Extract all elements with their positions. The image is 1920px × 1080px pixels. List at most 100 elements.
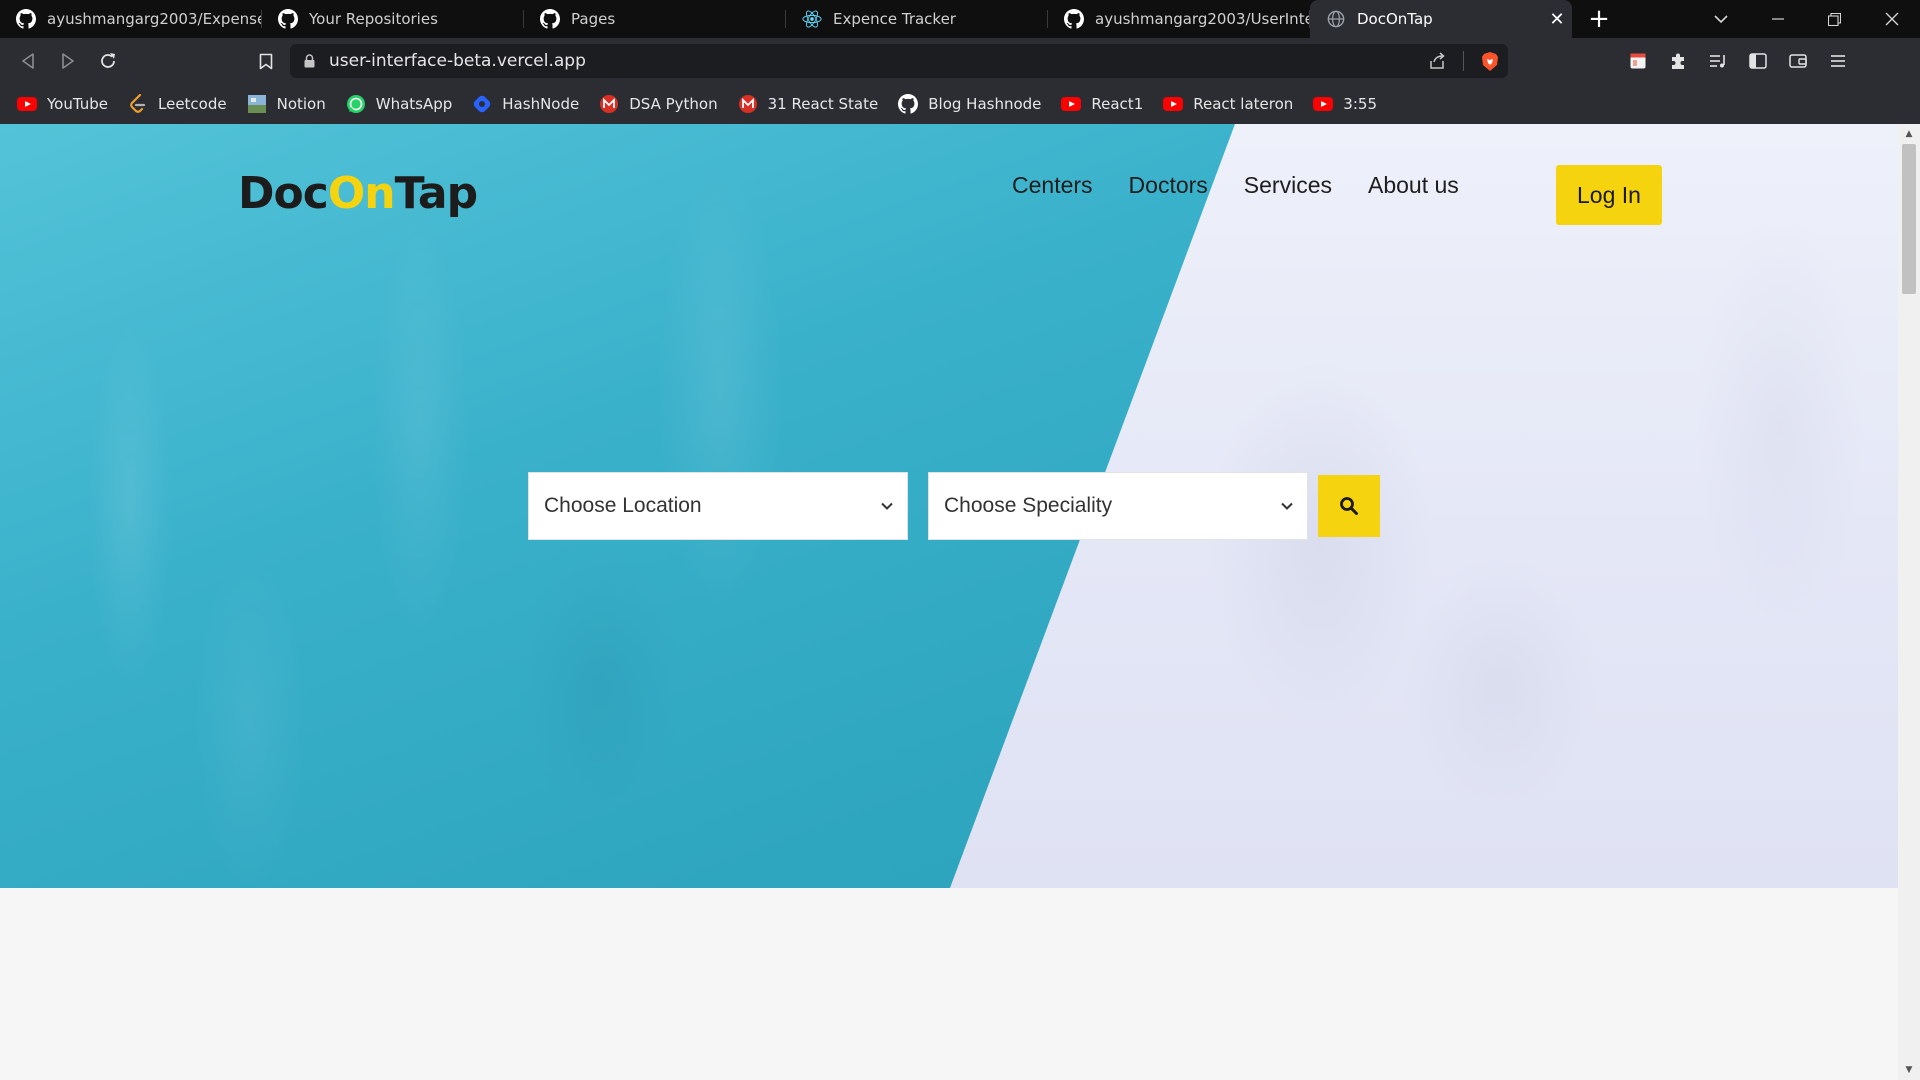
wallet-icon[interactable] [1778,41,1818,81]
bookmark-icon[interactable] [248,43,284,79]
tab-title: ayushmangarg2003/ExpenseTracker [47,10,262,28]
logo-text-doc: Doc [238,168,329,219]
bookmark-label: Notion [276,95,326,113]
tab-search-chevron-icon[interactable] [1692,0,1749,38]
chevron-down-icon [881,502,893,510]
bookmark-notion[interactable]: Notion [246,93,326,115]
tab-pages[interactable]: Pages [524,0,786,38]
tab-strip: ayushmangarg2003/ExpenseTracker Your Rep… [0,0,1920,38]
youtube-icon [1312,93,1334,115]
search-icon [1339,496,1359,516]
globe-icon [1326,9,1346,29]
bookmark-leetcode[interactable]: Leetcode [127,93,227,115]
url-text: user-interface-beta.vercel.app [329,51,586,71]
bookmark-blog-hashnode[interactable]: Blog Hashnode [897,93,1041,115]
scrollbar-thumb[interactable] [1902,144,1916,294]
scroll-down-arrow-icon[interactable]: ▼ [1898,1062,1920,1078]
notion-icon [246,93,268,115]
forward-icon[interactable] [48,41,88,81]
extensions-puzzle-icon[interactable] [1658,41,1698,81]
page-scrollbar[interactable]: ▲ ▼ [1898,124,1920,1080]
location-select[interactable]: Choose Location [528,472,908,540]
tab-title: Your Repositories [309,10,438,28]
share-icon[interactable] [1419,52,1455,70]
minimize-icon[interactable] [1749,0,1806,38]
bookmark-react-state[interactable]: 31 React State [737,93,879,115]
address-bar[interactable]: user-interface-beta.vercel.app [290,44,1508,78]
bookmarks-bar: YouTube Leetcode Notion WhatsApp HashNod… [0,84,1920,124]
gmail-icon [598,93,620,115]
brave-shields-icon[interactable] [1472,51,1508,72]
bookmark-youtube[interactable]: YouTube [16,93,108,115]
tab-expense-tracker-repo[interactable]: ayushmangarg2003/ExpenseTracker [0,0,262,38]
logo-text-on: On [327,168,396,219]
tab-doconTap[interactable]: DocOnTap ✕ [1310,0,1572,38]
github-icon [16,9,36,29]
github-icon [278,9,298,29]
scroll-up-arrow-icon[interactable]: ▲ [1898,126,1920,142]
youtube-icon [16,93,38,115]
tab-title: Pages [571,10,616,28]
chevron-down-icon [1281,502,1293,510]
new-tab-button[interactable]: + [1572,0,1626,38]
speciality-select[interactable]: Choose Speciality [928,472,1308,540]
speciality-select-value: Choose Speciality [944,494,1113,517]
leetcode-icon [127,93,149,115]
bookmark-label: React lateron [1193,95,1294,113]
hashnode-icon [471,93,493,115]
browser-toolbar: user-interface-beta.vercel.app [0,38,1920,84]
bookmark-whatsapp[interactable]: WhatsApp [345,93,453,115]
logo-text-tap: Tap [394,168,479,219]
tab-user-interface-repo[interactable]: ayushmangarg2003/UserInterface [1048,0,1310,38]
tab-title: ayushmangarg2003/UserInterface [1095,10,1310,28]
bookmark-hashnode[interactable]: HashNode [471,93,579,115]
react-icon [802,9,822,29]
github-icon [540,9,560,29]
bookmark-label: DSA Python [629,95,718,113]
bookmark-label: 3:55 [1343,95,1377,113]
nav-link-doctors[interactable]: Doctors [1129,172,1208,199]
close-window-icon[interactable] [1863,0,1920,38]
bookmark-label: React1 [1091,95,1144,113]
search-form: Choose Location Choose Speciality [528,472,1380,540]
tab-expence-tracker[interactable]: Expence Tracker [786,0,1048,38]
nav-link-centers[interactable]: Centers [1012,172,1093,199]
tab-title: Expence Tracker [833,10,956,28]
gmail-icon [737,93,759,115]
hero-section: Doc On Tap Centers Doctors Services About … [0,124,1898,888]
divider [1463,51,1464,71]
bookmark-label: Blog Hashnode [928,95,1042,113]
site-logo[interactable]: Doc On Tap [238,168,479,219]
location-select-value: Choose Location [544,494,702,517]
close-tab-icon[interactable]: ✕ [1542,9,1572,30]
sidebar-icon[interactable] [1738,41,1778,81]
media-playlist-icon[interactable] [1698,41,1738,81]
lock-icon [304,54,315,68]
bookmark-react1[interactable]: React1 [1060,93,1143,115]
bookmark-label: WhatsApp [375,95,453,113]
search-button[interactable] [1318,475,1380,537]
bookmark-react-lateron[interactable]: React lateron [1162,93,1293,115]
bookmark-label: HashNode [502,95,580,113]
github-icon [1064,9,1084,29]
youtube-icon [1060,93,1082,115]
nav-links: Centers Doctors Services About us [1012,172,1495,199]
tab-your-repositories[interactable]: Your Repositories [262,0,524,38]
reload-icon[interactable] [88,41,128,81]
nav-link-about-us[interactable]: About us [1368,172,1459,199]
nav-link-services[interactable]: Services [1244,172,1332,199]
tab-title: DocOnTap [1357,10,1433,28]
bookmark-355[interactable]: 3:55 [1312,93,1377,115]
bookmark-dsa-python[interactable]: DSA Python [598,93,718,115]
site-navbar: Doc On Tap Centers Doctors Services About … [0,124,1898,264]
back-icon[interactable] [8,41,48,81]
youtube-icon [1162,93,1184,115]
bookmark-label: 31 React State [767,95,879,113]
whatsapp-icon [345,93,367,115]
login-button[interactable]: Log In [1556,165,1662,225]
restore-icon[interactable] [1806,0,1863,38]
page-viewport: Doc On Tap Centers Doctors Services About … [0,124,1898,1080]
github-icon [897,93,919,115]
extension-icon[interactable] [1618,41,1658,81]
menu-icon[interactable] [1818,41,1858,81]
